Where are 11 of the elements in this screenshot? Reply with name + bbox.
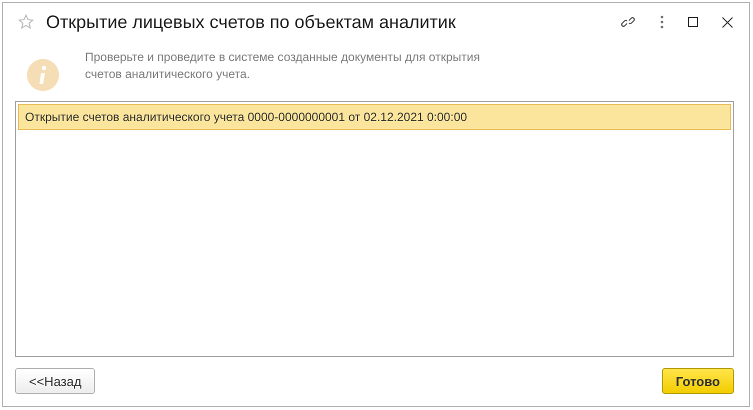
star-icon[interactable]: [18, 14, 34, 30]
close-icon[interactable]: [722, 16, 733, 28]
more-icon[interactable]: [660, 15, 664, 29]
window-title: Открытие лицевых счетов по объектам аналитик: [46, 12, 456, 32]
back-button[interactable]: <<Назад: [15, 368, 96, 394]
document-row[interactable]: Открытие счетов аналитического учета 0000-0000000001 от 02.12.2021 0:00:00: [18, 104, 731, 130]
info-message: Проверьте и проведите в системе созданные документы для открытия счетов аналитического учета.: [85, 49, 481, 83]
link-icon[interactable]: [620, 14, 636, 30]
done-button[interactable]: Готово: [662, 368, 734, 394]
maximize-icon[interactable]: [688, 17, 698, 27]
info-icon: [27, 59, 59, 91]
